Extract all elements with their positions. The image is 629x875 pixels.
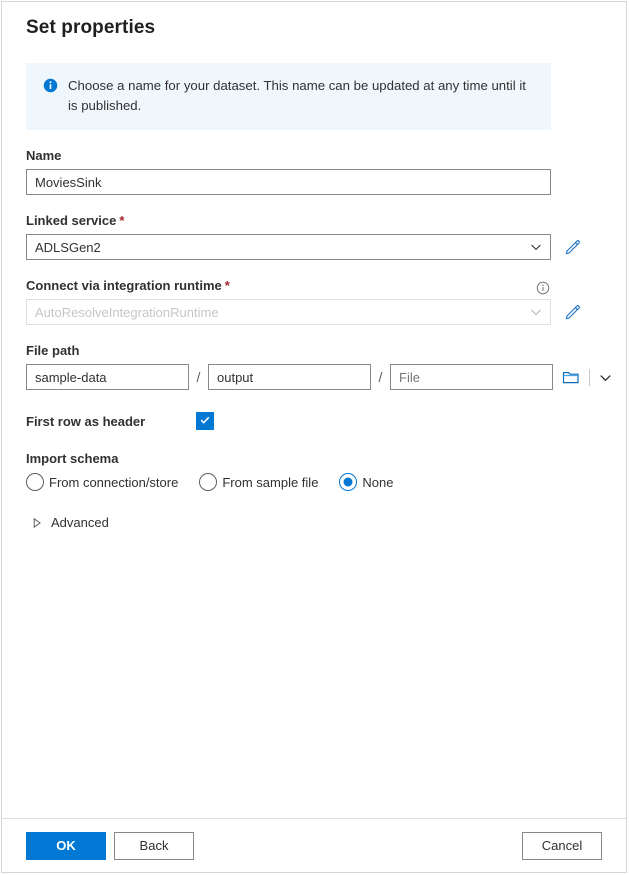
info-banner: Choose a name for your dataset. This nam… [26,63,551,130]
import-schema-option-label: None [362,474,394,490]
integration-runtime-label-row: Connect via integration runtime * [26,277,551,299]
info-banner-text: Choose a name for your dataset. This nam… [68,78,526,113]
name-field-block: Name [26,147,602,195]
import-schema-option-label: From connection/store [49,474,179,490]
radio-icon [199,473,218,491]
integration-runtime-value: AutoResolveIntegrationRuntime [35,304,219,320]
first-row-as-header-row: First row as header [26,412,602,430]
info-outline-icon[interactable] [536,281,550,295]
file-path-divider [589,368,590,386]
advanced-expander[interactable]: Advanced [26,515,602,530]
import-schema-block: Import schema From connection/store From… [26,450,602,491]
linked-service-edit-pencil-icon[interactable] [564,238,582,256]
integration-runtime-dropdown: AutoResolveIntegrationRuntime [26,299,551,325]
file-path-container-input[interactable] [26,364,189,390]
integration-runtime-required-marker: * [224,278,230,293]
file-path-actions [562,368,612,386]
file-path-separator-2: / [378,369,383,385]
radio-icon [26,473,44,491]
linked-service-dropdown[interactable]: ADLSGen2 [26,234,551,260]
file-path-more-chevron-down-icon[interactable] [599,371,612,384]
linked-service-label: Linked service * [26,212,602,230]
cancel-button[interactable]: Cancel [522,831,602,860]
integration-runtime-row: AutoResolveIntegrationRuntime [26,299,602,325]
import-schema-option-from-connection-store[interactable]: From connection/store [26,473,178,491]
name-label: Name [26,148,62,163]
ok-button[interactable]: OK [26,831,106,860]
integration-runtime-label-text: Connect via integration runtime [26,278,222,293]
integration-runtime-block: Connect via integration runtime * AutoRe… [26,277,602,325]
triangle-right-icon [32,517,42,529]
folder-icon[interactable] [562,369,580,385]
file-path-block: File path / / [26,342,611,390]
dialog-footer: OK Back Cancel [2,818,626,872]
back-button[interactable]: Back [114,831,194,860]
file-path-separator-1: / [196,369,201,385]
import-schema-option-label: From sample file [222,474,319,490]
integration-runtime-edit-pencil-icon[interactable] [564,303,582,321]
name-input[interactable] [26,169,551,195]
page-title: Set properties [26,17,156,38]
file-path-label: File path [26,343,80,358]
dialog-body: Set properties Choose a name for your da… [2,2,626,818]
linked-service-label-text: Linked service [26,213,117,228]
import-schema-option-from-sample-file[interactable]: From sample file [199,473,318,491]
file-path-file-input[interactable] [390,364,553,390]
integration-runtime-label: Connect via integration runtime * [26,277,230,295]
linked-service-required-marker: * [119,213,125,228]
first-row-as-header-label: First row as header [26,413,146,429]
import-schema-option-none[interactable]: None [339,473,394,491]
linked-service-row: ADLSGen2 [26,234,602,260]
linked-service-block: Linked service * ADLSGen2 [26,212,602,260]
import-schema-label: Import schema [26,451,119,466]
advanced-label: Advanced [51,515,109,530]
file-path-row: / / [26,364,611,390]
chevron-down-icon [530,241,542,253]
linked-service-value: ADLSGen2 [35,239,101,255]
set-properties-dialog: Set properties Choose a name for your da… [1,1,627,873]
info-filled-icon [43,78,58,93]
file-path-directory-input[interactable] [208,364,371,390]
radio-selected-icon [339,473,358,491]
checkmark-icon [199,414,211,429]
import-schema-radio-group: From connection/store From sample file N… [26,473,602,491]
first-row-as-header-checkbox[interactable] [196,412,214,430]
chevron-down-icon [530,306,542,318]
